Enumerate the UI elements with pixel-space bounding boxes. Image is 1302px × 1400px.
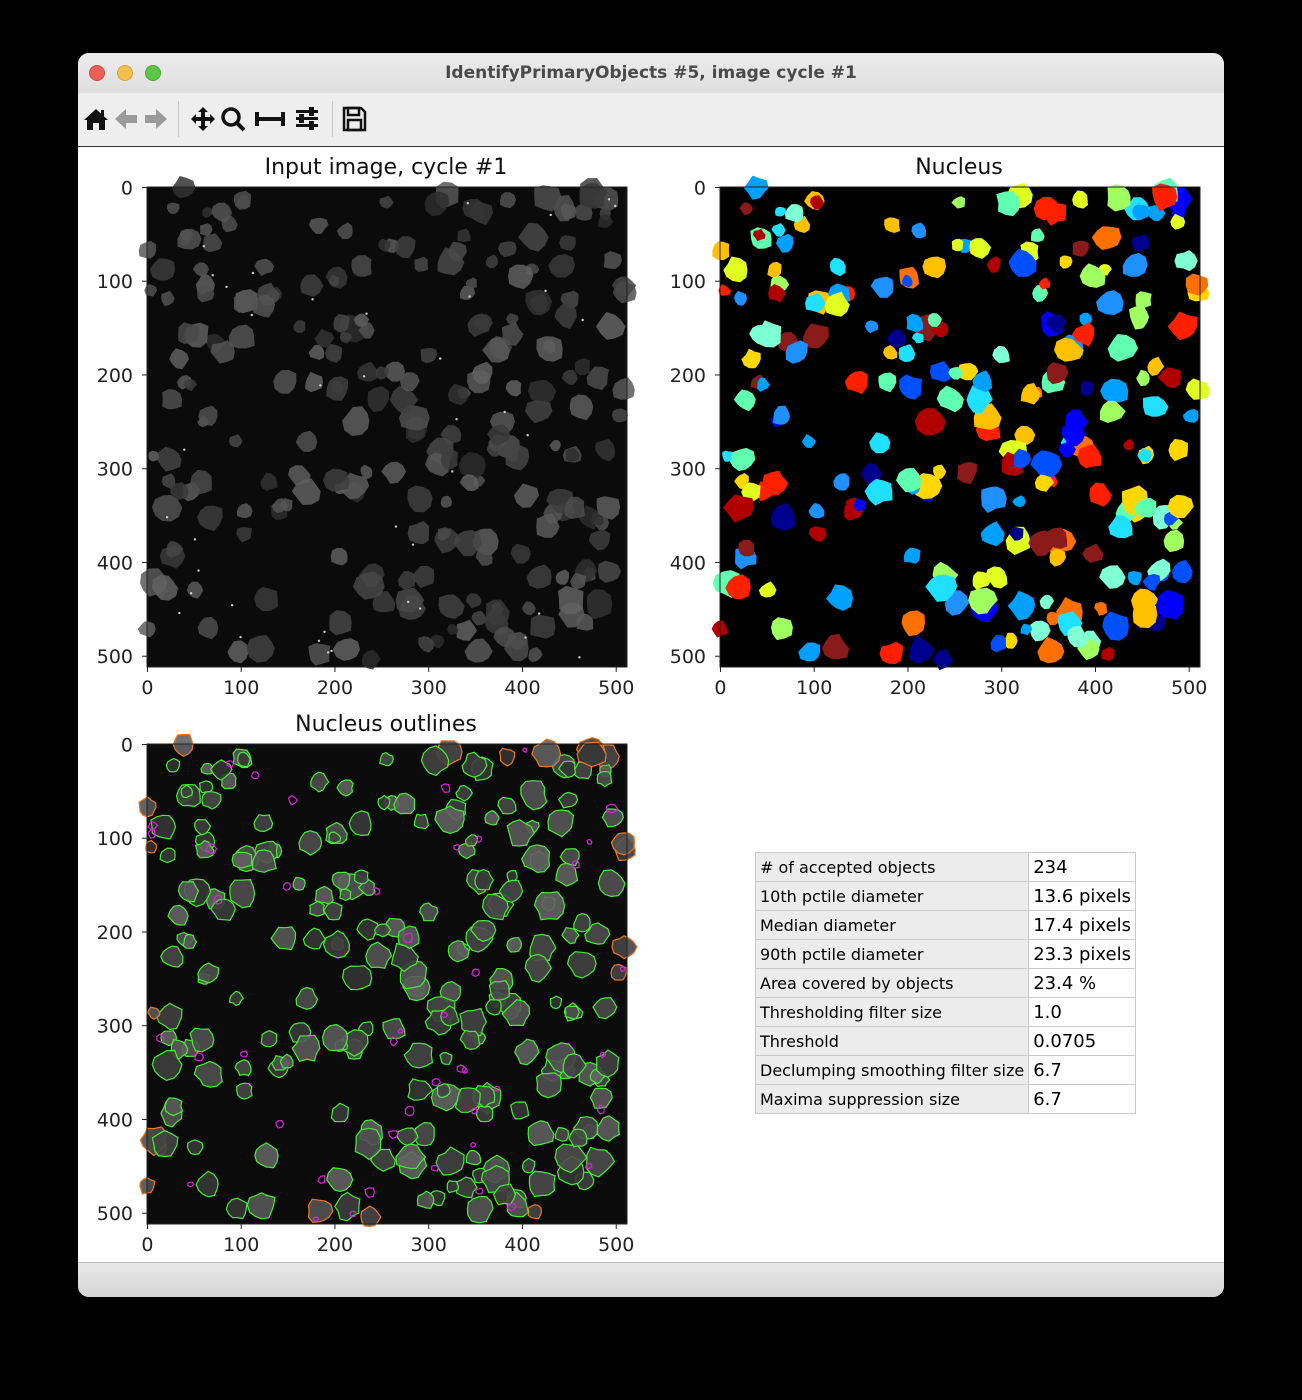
nucleus-outlines-panel[interactable]: [138, 733, 638, 1228]
metric-label: 10th pctile diameter: [754, 881, 1030, 911]
home-button[interactable]: [82, 104, 110, 134]
matplotlib-toolbar: [78, 93, 1224, 147]
metric-label: Declumping smoothing filter size: [754, 1055, 1030, 1085]
customize-button[interactable]: [292, 104, 322, 134]
subplots-icon: [255, 112, 285, 126]
y-tick-label: 300: [670, 459, 706, 481]
toolbar-separator: [178, 101, 179, 137]
title-bar: IdentifyPrimaryObjects #5, image cycle #…: [78, 53, 1224, 94]
x-tick-label: 0: [141, 1234, 153, 1256]
back-arrow-icon: [115, 109, 137, 129]
metric-value: 6.7: [1028, 1084, 1136, 1114]
metric-row: Area covered by objects 23.4 %: [754, 968, 1136, 998]
forward-arrow-icon: [145, 109, 167, 129]
x-tick-label: 200: [890, 677, 926, 699]
y-tick-label: 0: [121, 177, 133, 199]
measurements-table: # of accepted objects 234 10th pctile diam…: [754, 852, 1136, 1114]
x-tick-label: 100: [796, 677, 832, 699]
pan-button[interactable]: [189, 104, 217, 134]
metric-row: Declumping smoothing filter size 6.7: [754, 1055, 1136, 1085]
metric-value: 23.4 %: [1028, 968, 1136, 998]
y-tick-label: 400: [97, 552, 133, 574]
x-tick-label: 500: [598, 677, 634, 699]
pan-icon: [191, 107, 215, 131]
x-tick-label: 100: [223, 1234, 259, 1256]
x-tick-label: 500: [1171, 677, 1207, 699]
zoom-icon: [221, 107, 246, 132]
x-tick-label: 400: [504, 1234, 540, 1256]
x-tick-label: 300: [984, 677, 1020, 699]
input-image-panel[interactable]: [137, 176, 637, 670]
x-tick-label: 300: [411, 677, 447, 699]
y-tick-label: 200: [97, 365, 133, 387]
y-tick-label: 200: [97, 922, 133, 944]
sliders-icon: [296, 107, 318, 130]
metric-value: 0.0705: [1028, 1026, 1136, 1056]
metric-row: 10th pctile diameter 13.6 pixels: [754, 881, 1136, 911]
metric-label: Median diameter: [754, 910, 1030, 940]
y-tick-label: 100: [97, 828, 133, 850]
metric-row: Thresholding filter size 1.0: [754, 997, 1136, 1027]
metric-row: Median diameter 17.4 pixels: [754, 910, 1136, 940]
y-tick-label: 500: [97, 1203, 133, 1225]
metric-value: 234: [1028, 852, 1136, 882]
metric-label: Area covered by objects: [754, 968, 1030, 998]
zoom-button[interactable]: [219, 104, 247, 134]
forward-button[interactable]: [142, 104, 170, 134]
figure-canvas[interactable]: Input image, cycle #1 0 0 100 100 200 200 300 3…: [78, 147, 1224, 1262]
save-icon: [342, 106, 367, 132]
x-tick-label: 500: [598, 1234, 634, 1256]
back-button[interactable]: [112, 104, 140, 134]
y-tick-label: 300: [97, 1016, 133, 1038]
window-title: IdentifyPrimaryObjects #5, image cycle #…: [445, 63, 857, 83]
subplots-button[interactable]: [253, 104, 287, 134]
home-icon: [84, 109, 108, 130]
y-tick-label: 500: [97, 646, 133, 668]
nucleus-title: Nucleus: [915, 155, 1003, 180]
y-tick-label: 100: [97, 271, 133, 293]
metric-row: # of accepted objects 234: [754, 852, 1136, 882]
metric-value: 6.7: [1028, 1055, 1136, 1085]
x-tick-label: 0: [141, 677, 153, 699]
metric-value: 1.0: [1028, 997, 1136, 1027]
metric-row: 90th pctile diameter 23.3 pixels: [754, 939, 1136, 969]
metric-label: # of accepted objects: [754, 852, 1030, 882]
x-tick-label: 400: [504, 677, 540, 699]
metric-row: Threshold 0.0705: [754, 1026, 1136, 1056]
metric-value: 17.4 pixels: [1028, 910, 1136, 940]
app-window: IdentifyPrimaryObjects #5, image cycle #…: [78, 53, 1224, 1297]
metric-label: Maxima suppression size: [754, 1084, 1030, 1114]
y-tick-label: 400: [670, 552, 706, 574]
metric-value: 13.6 pixels: [1028, 881, 1136, 911]
x-tick-label: 300: [411, 1234, 447, 1256]
x-tick-label: 100: [223, 677, 259, 699]
y-tick-label: 500: [670, 646, 706, 668]
metric-label: Thresholding filter size: [754, 997, 1030, 1027]
y-tick-label: 0: [694, 177, 706, 199]
x-tick-label: 0: [714, 677, 726, 699]
metric-label: 90th pctile diameter: [754, 939, 1030, 969]
y-tick-label: 0: [121, 734, 133, 756]
x-tick-label: 200: [317, 1234, 353, 1256]
y-tick-label: 400: [97, 1109, 133, 1131]
toolbar-separator: [332, 101, 333, 137]
input-image-title: Input image, cycle #1: [265, 155, 508, 180]
nucleus-outlines-title: Nucleus outlines: [295, 712, 477, 737]
status-bar: [78, 1262, 1224, 1297]
metric-label: Threshold: [754, 1026, 1030, 1056]
y-tick-label: 300: [97, 459, 133, 481]
y-tick-label: 200: [670, 365, 706, 387]
metric-value: 23.3 pixels: [1028, 939, 1136, 969]
save-button[interactable]: [340, 104, 368, 134]
y-tick-label: 100: [670, 271, 706, 293]
metric-row: Maxima suppression size 6.7: [754, 1084, 1136, 1114]
x-tick-label: 200: [317, 677, 353, 699]
x-tick-label: 400: [1077, 677, 1113, 699]
nucleus-label-panel[interactable]: [711, 175, 1210, 671]
